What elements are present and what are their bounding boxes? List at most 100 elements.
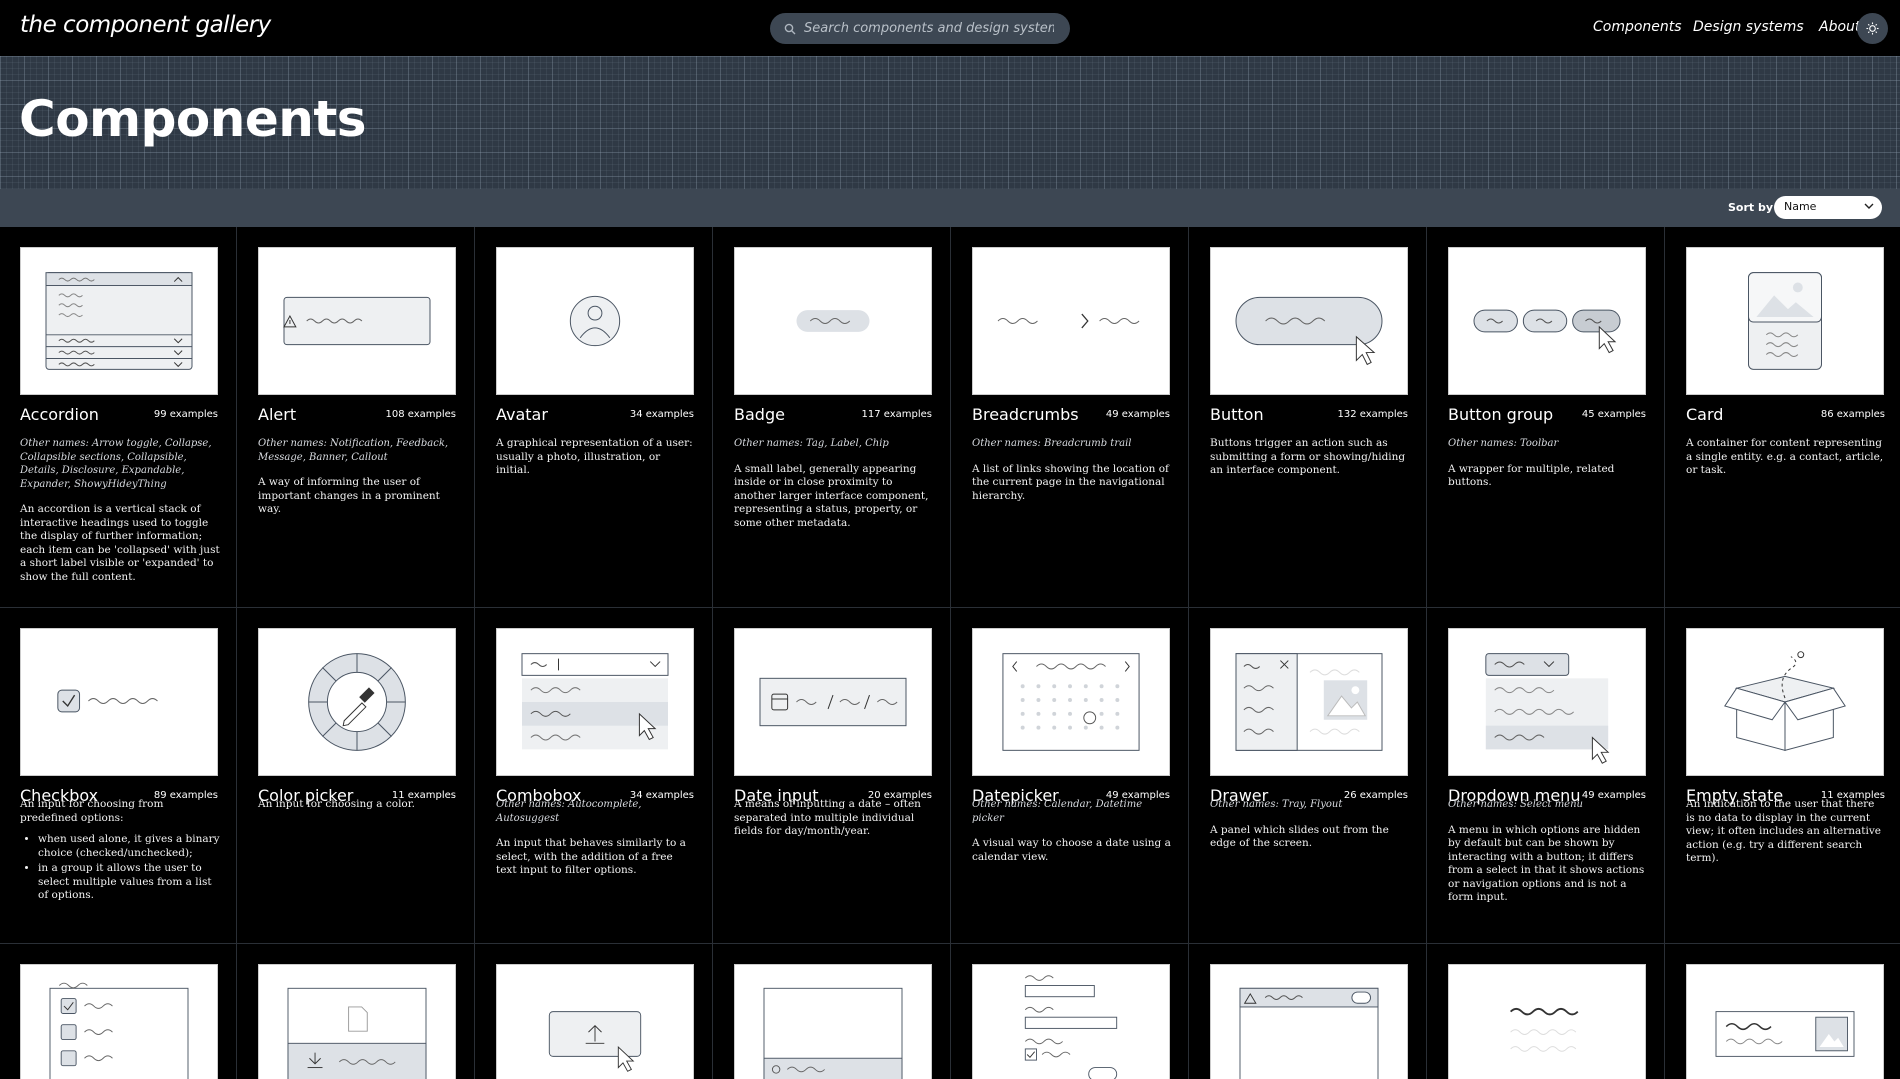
component-card-row3-3[interactable] [476, 944, 713, 1079]
list-item: when used alone, it gives a binary choic… [38, 833, 220, 860]
list-item: in a group it allows the user to select … [38, 862, 220, 903]
footer-illustration [734, 964, 932, 1079]
description-list: when used alone, it gives a binary choic… [20, 833, 220, 903]
description-intro: An input for choosing from predefined op… [20, 798, 164, 824]
example-count: 99 examples [153, 409, 218, 420]
component-description: A means of inputting a date – often sepa… [734, 798, 921, 837]
component-card-row3-6[interactable] [1190, 944, 1427, 1079]
component-card-row3-5[interactable] [952, 944, 1189, 1079]
nav-about[interactable]: About [1819, 19, 1860, 35]
component-card-row3-1[interactable] [0, 944, 237, 1079]
component-card-combobox[interactable]: Combobox 34 examples Other names: Autoco… [476, 608, 713, 943]
top-bar: the component gallery Components Design … [0, 0, 1900, 56]
component-card-card[interactable]: Card 86 examples A container for content… [1666, 227, 1900, 607]
component-description: An accordion is a vertical stack of inte… [20, 503, 220, 583]
component-card-avatar[interactable]: Avatar 34 examples A graphical represent… [476, 227, 713, 607]
search-input[interactable] [804, 21, 1054, 36]
component-name: Accordion [20, 405, 99, 424]
example-count: 117 examples [861, 409, 932, 420]
example-count: 49 examples [1105, 409, 1170, 420]
hero-illustration [1686, 964, 1884, 1079]
component-card-button[interactable]: Button 132 examples Buttons trigger an a… [1190, 227, 1427, 607]
component-description: An input for choosing a color. [258, 798, 415, 810]
component-card-checkbox[interactable]: Checkbox 89 examples An input for choosi… [0, 608, 237, 943]
form-illustration [972, 964, 1170, 1079]
search-icon [784, 23, 796, 34]
component-card-row3-2[interactable] [238, 944, 475, 1079]
component-card-alert[interactable]: Alert 108 examples Other names: Notifica… [238, 227, 475, 607]
other-names: Other names: Notification, Feedback, Mes… [258, 438, 449, 463]
card-illustration [1686, 247, 1884, 395]
sort-value: Name [1784, 200, 1817, 213]
sort-label: Sort by [1728, 201, 1774, 214]
example-count: 86 examples [1820, 409, 1885, 420]
component-description: A menu in which options are hidden by de… [1448, 823, 1645, 904]
page-hero: Components [0, 56, 1900, 189]
component-card-accordion[interactable]: Accordion 99 examples Other names: Arrow… [0, 227, 237, 607]
component-description: A small label, generally appearing insid… [734, 462, 929, 529]
component-name: Button group [1448, 405, 1554, 424]
badge-illustration [734, 247, 932, 395]
breadcrumbs-illustration [972, 247, 1170, 395]
example-count: 132 examples [1337, 409, 1408, 420]
component-card-drawer[interactable]: Drawer 26 examples Other names: Tray, Fl… [1190, 608, 1427, 943]
component-card-color-picker[interactable]: Color picker 11 examples An input for ch… [238, 608, 475, 943]
combobox-illustration [496, 628, 694, 776]
heading-illustration [1448, 964, 1646, 1079]
sun-icon [1866, 22, 1879, 35]
component-description: A list of links showing the location of … [972, 462, 1169, 502]
date-input-illustration [734, 628, 932, 776]
component-card-button-group[interactable]: Button group 45 examples Other names: To… [1428, 227, 1665, 607]
component-name: Alert [258, 405, 297, 424]
accordion-illustration [20, 247, 218, 395]
component-card-row3-4[interactable] [714, 944, 951, 1079]
other-names: Other names: Select menu [1448, 799, 1583, 810]
dropdown-menu-illustration [1448, 628, 1646, 776]
chevron-down-icon [1864, 203, 1874, 209]
component-card-breadcrumbs[interactable]: Breadcrumbs 49 examples Other names: Bre… [952, 227, 1189, 607]
sort-select[interactable]: Name [1774, 196, 1882, 219]
other-names: Other names: Calendar, Datetime picker [972, 799, 1143, 824]
component-description: A wrapper for multiple, related buttons. [1448, 462, 1615, 489]
component-description: A panel which slides out from the edge o… [1210, 823, 1389, 850]
color-picker-illustration [258, 628, 456, 776]
alert-illustration [258, 247, 456, 395]
component-name: Breadcrumbs [972, 405, 1079, 424]
other-names: Other names: Autocomplete, Autosuggest [496, 799, 642, 824]
component-name: Badge [734, 405, 785, 424]
other-names: Other names: Tray, Flyout [1210, 799, 1343, 810]
sort-bar: Sort by Name [0, 189, 1900, 227]
example-count: 45 examples [1581, 409, 1646, 420]
theme-toggle-button[interactable] [1857, 13, 1888, 44]
example-count: 34 examples [629, 409, 694, 420]
site-logo[interactable]: the component gallery [20, 12, 271, 38]
component-card-row3-8[interactable] [1666, 944, 1900, 1079]
component-card-dropdown-menu[interactable]: Dropdown menu 49 examples Other names: S… [1428, 608, 1665, 943]
nav-design-systems[interactable]: Design systems [1693, 19, 1804, 35]
file-upload-illustration [496, 964, 694, 1079]
component-description: A way of informing the user of important… [258, 476, 440, 515]
component-description: An input for choosing from predefined op… [20, 798, 220, 903]
component-description: A graphical representation of a user: us… [496, 437, 693, 476]
other-names: Other names: Breadcrumb trail [972, 438, 1132, 449]
component-name: Avatar [496, 405, 548, 424]
avatar-illustration [496, 247, 694, 395]
drawer-illustration [1210, 628, 1408, 776]
component-description: An input that behaves similarly to a sel… [496, 837, 686, 876]
datepicker-illustration [972, 628, 1170, 776]
component-card-date-input[interactable]: Date input 20 examples A means of inputt… [714, 608, 951, 943]
component-card-row3-7[interactable] [1428, 944, 1665, 1079]
component-description: A visual way to choose a date using a ca… [972, 837, 1171, 863]
component-card-badge[interactable]: Badge 117 examples Other names: Tag, Lab… [714, 227, 951, 607]
button-group-illustration [1448, 247, 1646, 395]
component-description: An indication to the user that there is … [1686, 798, 1881, 864]
component-card-empty-state[interactable]: Empty state 11 examples An indication to… [1666, 608, 1900, 943]
search-box[interactable] [770, 13, 1070, 44]
button-illustration [1210, 247, 1408, 395]
checkbox-illustration [20, 628, 218, 776]
example-count: 108 examples [385, 409, 456, 420]
nav-components[interactable]: Components [1593, 19, 1682, 35]
component-name: Card [1686, 405, 1724, 424]
other-names: Other names: Arrow toggle, Collapse, Col… [20, 438, 212, 490]
component-card-datepicker[interactable]: Datepicker 49 examples Other names: Cale… [952, 608, 1189, 943]
